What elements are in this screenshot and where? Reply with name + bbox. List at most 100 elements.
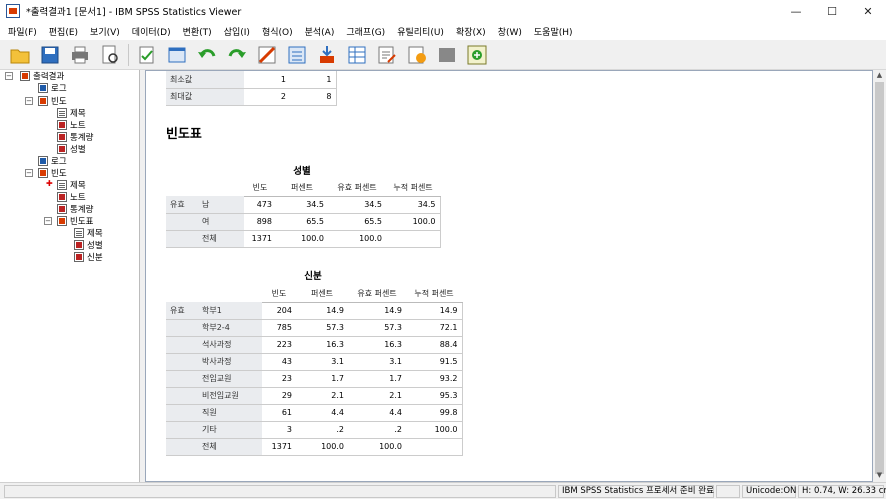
table-icon (74, 240, 84, 250)
book-icon (38, 168, 48, 178)
menu-view[interactable]: 보기(V) (84, 25, 126, 38)
menu-data[interactable]: 데이터(D) (126, 25, 177, 38)
processor-status: IBM SPSS Statistics 프로세서 준비 완료 (558, 485, 714, 498)
tree-item-gender[interactable]: 성별 (74, 239, 103, 251)
add-icon[interactable] (465, 43, 489, 67)
table-cell (406, 438, 463, 456)
save-icon[interactable] (38, 43, 62, 67)
table-cell: 29 (262, 387, 296, 405)
menu-extensions[interactable]: 확장(X) (450, 25, 492, 38)
menu-utilities[interactable]: 유틸리티(U) (391, 25, 450, 38)
menu-file[interactable]: 파일(F) (2, 25, 43, 38)
tree-item-title[interactable]: 제목 (57, 107, 86, 119)
print-icon[interactable] (68, 43, 92, 67)
goto-case-icon[interactable] (285, 43, 309, 67)
table-cell: 16.3 (296, 336, 348, 354)
table-cell: 99.8 (406, 404, 463, 422)
table-row: 비전임교원 29 2.1 2.1 95.3 (166, 387, 463, 405)
collapse-toggle[interactable]: − (5, 72, 13, 80)
tree-item-statistics[interactable]: 통계량 (57, 131, 93, 143)
table-cell: 34.5 (328, 196, 386, 214)
insert-text-icon[interactable] (375, 43, 399, 67)
table-cell: 57.3 (296, 319, 348, 337)
column-header: 누적 퍼센트 (406, 285, 462, 303)
table-row: 최대값 2 8 (166, 88, 337, 106)
row-label: 석사과정 (198, 336, 262, 354)
tree-item-log[interactable]: 로그 (38, 82, 67, 94)
menu-window[interactable]: 창(W) (492, 25, 528, 38)
menu-edit[interactable]: 편집(E) (43, 25, 84, 38)
table-cell: 95.3 (406, 387, 463, 405)
table-cell: 65.5 (276, 213, 328, 231)
notes-icon (57, 120, 67, 130)
tree-item-gender[interactable]: 성별 (57, 143, 86, 155)
table-cell: 473 (244, 196, 276, 214)
scroll-thumb[interactable] (875, 82, 884, 474)
table-cell: 100.0 (328, 230, 386, 248)
table-row: 전체 1371 100.0 100.0 (166, 438, 463, 456)
tree-item-statistics[interactable]: 통계량 (57, 203, 93, 215)
table-cell: 43 (262, 353, 296, 371)
tree-item-title[interactable]: 제목 (74, 227, 103, 239)
print-preview-icon[interactable] (98, 43, 122, 67)
tree-item-notes[interactable]: 노트 (57, 191, 86, 203)
tree-item-status[interactable]: 신분 (74, 251, 103, 263)
goto-variable-icon[interactable] (315, 43, 339, 67)
collapse-toggle[interactable]: − (25, 169, 33, 177)
output-book-icon (20, 71, 30, 81)
table-row: 기타 3 .2 .2 100.0 (166, 421, 463, 439)
collapse-toggle[interactable]: − (25, 97, 33, 105)
menu-analyze[interactable]: 분석(A) (299, 25, 341, 38)
table-cell: 3 (262, 421, 296, 439)
open-icon[interactable] (8, 43, 32, 67)
table-cell: 100.0 (386, 213, 441, 231)
table-cell: 91.5 (406, 353, 463, 371)
close-button[interactable]: ✕ (850, 0, 886, 22)
row-label: 직원 (198, 404, 262, 422)
menu-graphs[interactable]: 그래프(G) (340, 25, 391, 38)
tree-item-frequencies[interactable]: 빈도 (38, 167, 67, 179)
tree-item-frequencies[interactable]: 빈도 (38, 95, 67, 107)
menu-transform[interactable]: 변환(T) (177, 25, 218, 38)
row-label: 최대값 (166, 88, 244, 106)
goto-data-icon[interactable] (255, 43, 279, 67)
minimize-button[interactable]: — (778, 0, 814, 22)
unicode-status: Unicode:ON (742, 485, 796, 498)
tree-item-output[interactable]: 출력결과 (20, 70, 64, 82)
table-cell: 1.7 (296, 370, 348, 388)
export-icon[interactable] (135, 43, 159, 67)
table-row: 여 898 65.5 65.5 100.0 (166, 213, 441, 231)
menu-help[interactable]: 도움말(H) (528, 25, 579, 38)
group-label: 유효 (166, 302, 198, 320)
status-frequency-table[interactable]: 빈도 퍼센트 유효 퍼센트 누적 퍼센트 유효 학부1 204 14.9 14.… (166, 285, 463, 456)
vertical-scrollbar[interactable]: ▲ ▼ (873, 70, 886, 482)
recall-dialog-icon[interactable] (165, 43, 189, 67)
statistics-table-fragment: 최소값 1 1 최대값 2 8 (166, 71, 337, 106)
menu-format[interactable]: 형식(O) (256, 25, 299, 38)
table-cell: 14.9 (406, 302, 463, 320)
menu-insert[interactable]: 삽입(I) (218, 25, 256, 38)
status-bar: IBM SPSS Statistics 프로세서 준비 완료 Unicode:O… (0, 482, 886, 499)
variables-icon[interactable] (345, 43, 369, 67)
collapse-toggle[interactable]: − (44, 217, 52, 225)
log-icon (38, 156, 48, 166)
table-cell: .2 (296, 421, 348, 439)
scroll-down-icon[interactable]: ▼ (875, 471, 884, 481)
tree-item-frequency-table[interactable]: 빈도표 (57, 215, 93, 227)
tree-item-title[interactable]: 제목 (57, 179, 86, 191)
menu-bar: 파일(F) 편집(E) 보기(V) 데이터(D) 변환(T) 삽입(I) 형식(… (0, 22, 886, 40)
scroll-up-icon[interactable]: ▲ (875, 71, 884, 81)
redo-icon[interactable] (225, 43, 249, 67)
gender-frequency-table[interactable]: 빈도 퍼센트 유효 퍼센트 누적 퍼센트 유효 남 473 34.5 34.5 … (166, 179, 441, 248)
insert-chart-icon[interactable] (405, 43, 429, 67)
tree-item-log[interactable]: 로그 (38, 155, 67, 167)
designate-window-icon[interactable] (435, 43, 459, 67)
table-row: 유효 남 473 34.5 34.5 34.5 (166, 196, 441, 214)
maximize-button[interactable]: ☐ (814, 0, 850, 22)
table-row: 전임교원 23 1.7 1.7 93.2 (166, 370, 463, 388)
table-cell: 1 (290, 71, 337, 89)
title-icon (57, 108, 67, 118)
undo-icon[interactable] (195, 43, 219, 67)
tree-item-notes[interactable]: 노트 (57, 119, 86, 131)
table-cell: 100.0 (348, 438, 406, 456)
